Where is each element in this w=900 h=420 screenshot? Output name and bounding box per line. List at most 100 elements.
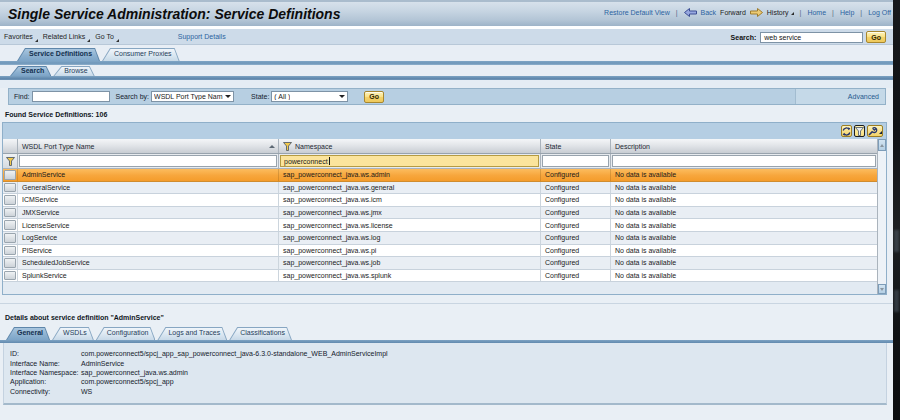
- help-link[interactable]: Help: [840, 9, 854, 16]
- row-selector[interactable]: [3, 245, 18, 257]
- cell-namespace[interactable]: sap_powerconnect_java.ws.admin: [279, 169, 541, 181]
- cell-namespace[interactable]: sap_powerconnect_java.ws.license: [279, 219, 541, 231]
- scroll-up-button[interactable]: [878, 139, 886, 151]
- tab-consumer-proxies[interactable]: Consumer Proxies: [102, 48, 180, 61]
- row-selector[interactable]: [3, 194, 18, 206]
- cell-namespace[interactable]: sap_powerconnect_java.ws.log: [279, 232, 541, 244]
- table-row[interactable]: JMXService sap_powerconnect_java.ws.jmx …: [3, 207, 886, 220]
- tab-configuration[interactable]: Configuration: [96, 327, 156, 340]
- row-selector[interactable]: [3, 257, 18, 269]
- header-wsdl-port-type-name[interactable]: WSDL Port Type Name: [18, 139, 279, 153]
- cell-wsdl-port-type-name[interactable]: PIService: [18, 245, 279, 257]
- top-search-go-button[interactable]: Go: [866, 31, 886, 43]
- row-selector-button[interactable]: [4, 183, 16, 193]
- filter-state-input[interactable]: [542, 155, 609, 167]
- row-selector[interactable]: [3, 182, 18, 194]
- cell-description[interactable]: No data is available: [611, 219, 877, 231]
- cell-description[interactable]: No data is available: [611, 245, 877, 257]
- back-link[interactable]: Back: [701, 9, 717, 16]
- cell-namespace[interactable]: sap_powerconnect_java.ws.jmx: [279, 207, 541, 219]
- cell-state[interactable]: Configured: [541, 169, 611, 181]
- cell-state[interactable]: Configured: [541, 245, 611, 257]
- cell-state[interactable]: Configured: [541, 232, 611, 244]
- row-selector-button[interactable]: [4, 220, 16, 230]
- cell-wsdl-port-type-name[interactable]: SplunkService: [18, 270, 279, 282]
- settings-button[interactable]: [867, 125, 883, 137]
- cell-state[interactable]: Configured: [541, 182, 611, 194]
- row-selector[interactable]: [3, 169, 18, 181]
- cell-state[interactable]: Configured: [541, 270, 611, 282]
- menu-favorites[interactable]: Favorites: [4, 33, 38, 41]
- cell-wsdl-port-type-name[interactable]: ICMService: [18, 194, 279, 206]
- cell-wsdl-port-type-name[interactable]: AdminService: [18, 169, 279, 181]
- row-selector-button[interactable]: [4, 170, 16, 180]
- row-selector[interactable]: [3, 219, 18, 231]
- history-menu[interactable]: History: [767, 9, 794, 16]
- scroll-down-button[interactable]: [878, 284, 886, 294]
- advanced-link[interactable]: Advanced: [848, 93, 879, 100]
- row-selector-button[interactable]: [4, 246, 16, 256]
- row-selector[interactable]: [3, 270, 18, 282]
- cell-description[interactable]: No data is available: [611, 270, 877, 282]
- header-description[interactable]: Description: [611, 139, 877, 153]
- header-namespace[interactable]: Namespace: [279, 139, 541, 153]
- header-selector-cell[interactable]: [3, 139, 18, 153]
- cell-description[interactable]: No data is available: [611, 169, 877, 181]
- forward-link[interactable]: Forward: [720, 9, 746, 16]
- cell-description[interactable]: No data is available: [611, 232, 877, 244]
- find-go-button[interactable]: Go: [364, 91, 384, 103]
- row-selector-button[interactable]: [4, 195, 16, 205]
- cell-wsdl-port-type-name[interactable]: GeneralService: [18, 182, 279, 194]
- logoff-link[interactable]: Log Off: [868, 9, 891, 16]
- cell-wsdl-port-type-name[interactable]: JMXService: [18, 207, 279, 219]
- home-link[interactable]: Home: [807, 9, 826, 16]
- cell-namespace[interactable]: sap_powerconnect_java.ws.pi: [279, 245, 541, 257]
- filter-selector-cell[interactable]: [3, 154, 18, 168]
- cell-state[interactable]: Configured: [541, 257, 611, 269]
- restore-default-view-link[interactable]: Restore Default View: [604, 9, 670, 16]
- filter-button[interactable]: [854, 125, 865, 137]
- menu-related-links[interactable]: Related Links: [43, 33, 90, 41]
- cell-description[interactable]: No data is available: [611, 182, 877, 194]
- cell-state[interactable]: Configured: [541, 194, 611, 206]
- tab-search[interactable]: Search: [10, 66, 51, 76]
- top-search-input[interactable]: web service: [760, 32, 863, 43]
- cell-namespace[interactable]: sap_powerconnect_java.ws.splunk: [279, 270, 541, 282]
- search-by-select[interactable]: WSDL Port Type Nam: [151, 91, 234, 102]
- row-selector-button[interactable]: [4, 233, 16, 243]
- state-select[interactable]: ( All ): [271, 91, 348, 102]
- cell-description[interactable]: No data is available: [611, 194, 877, 206]
- table-vertical-scrollbar[interactable]: [877, 139, 886, 294]
- tab-general[interactable]: General: [6, 327, 50, 340]
- tab-logs-and-traces[interactable]: Logs and Traces: [157, 327, 227, 340]
- find-input[interactable]: [32, 91, 110, 102]
- menu-go-to[interactable]: Go To: [95, 33, 119, 41]
- row-selector[interactable]: [3, 232, 18, 244]
- support-details-link[interactable]: Support Details: [178, 33, 226, 40]
- cell-description[interactable]: No data is available: [611, 207, 877, 219]
- tab-wsdls[interactable]: WSDLs: [52, 327, 94, 340]
- cell-description[interactable]: No data is available: [611, 257, 877, 269]
- filter-namespace-input[interactable]: powerconnect: [280, 155, 539, 167]
- cell-state[interactable]: Configured: [541, 219, 611, 231]
- back-icon[interactable]: [684, 8, 697, 17]
- refresh-button[interactable]: [841, 125, 852, 137]
- cell-state[interactable]: Configured: [541, 207, 611, 219]
- filter-description-input[interactable]: [612, 155, 876, 167]
- row-selector-button[interactable]: [4, 258, 16, 268]
- filter-name-input[interactable]: [19, 155, 277, 167]
- tab-service-definitions[interactable]: Service Definitions: [17, 48, 100, 61]
- header-state[interactable]: State: [541, 139, 611, 153]
- table-row[interactable]: PIService sap_powerconnect_java.ws.pi Co…: [3, 245, 886, 258]
- row-selector-button[interactable]: [4, 208, 16, 218]
- tab-browse[interactable]: Browse: [53, 66, 94, 76]
- table-row[interactable]: AdminService sap_powerconnect_java.ws.ad…: [3, 169, 886, 182]
- row-selector-button[interactable]: [4, 271, 16, 281]
- tab-classifications[interactable]: Classifications: [229, 327, 292, 340]
- forward-icon[interactable]: [750, 8, 763, 17]
- cell-namespace[interactable]: sap_powerconnect_java.ws.job: [279, 257, 541, 269]
- table-row[interactable]: LogService sap_powerconnect_java.ws.log …: [3, 232, 886, 245]
- cell-namespace[interactable]: sap_powerconnect_java.ws.icm: [279, 194, 541, 206]
- cell-wsdl-port-type-name[interactable]: LicenseService: [18, 219, 279, 231]
- table-row[interactable]: GeneralService sap_powerconnect_java.ws.…: [3, 182, 886, 195]
